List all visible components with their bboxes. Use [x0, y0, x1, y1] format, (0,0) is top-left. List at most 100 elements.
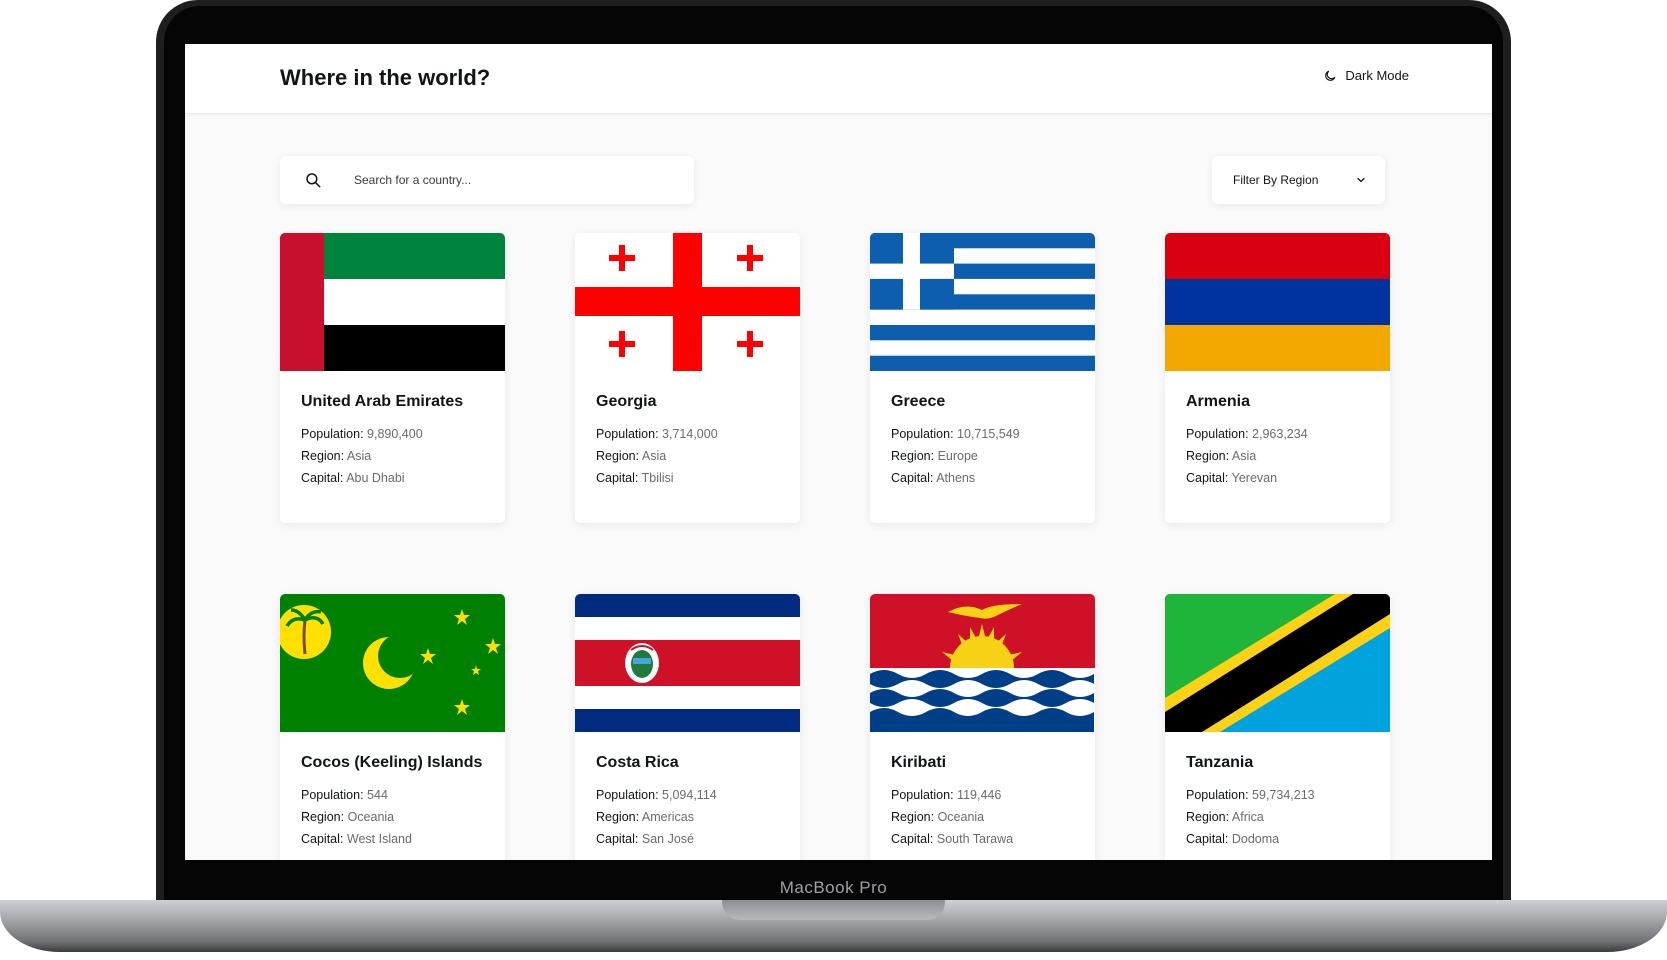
population-label: Population: — [891, 788, 954, 802]
country-card[interactable]: Tanzania Population: 59,734,213 Region: … — [1165, 594, 1390, 860]
flag-georgia — [575, 233, 800, 371]
country-name: Costa Rica — [596, 754, 679, 771]
country-name: Georgia — [596, 393, 657, 410]
population-value: 2,963,234 — [1252, 427, 1308, 441]
flag-cocos-islands — [280, 594, 505, 732]
capital-value: Dodoma — [1231, 832, 1280, 846]
capital-value: Yerevan — [1231, 471, 1278, 485]
region-value: Asia — [1231, 449, 1257, 463]
population-line: Population: 5,094,114 — [596, 788, 717, 802]
capital-label: Capital: — [301, 471, 344, 485]
population-line: Population: 10,715,549 — [891, 427, 1020, 441]
laptop-notch — [722, 900, 945, 920]
region-value: Europe — [937, 449, 978, 463]
region-line: Region: Oceania — [891, 810, 984, 824]
population-value: 10,715,549 — [957, 427, 1020, 441]
capital-line: Capital: San José — [596, 832, 694, 846]
population-line: Population: 544 — [301, 788, 388, 802]
capital-label: Capital: — [596, 471, 639, 485]
search-bar[interactable] — [280, 156, 694, 204]
capital-value: South Tarawa — [936, 832, 1014, 846]
capital-value: San José — [641, 832, 694, 846]
population-value: 119,446 — [957, 788, 1002, 802]
region-line: Region: Asia — [596, 449, 666, 463]
capital-line: Capital: South Tarawa — [891, 832, 1013, 846]
country-name: Tanzania — [1186, 754, 1254, 771]
region-value: Americas — [641, 810, 694, 824]
region-label: Region: — [891, 810, 935, 824]
app-header: Where in the world? Dark Mode — [185, 44, 1492, 114]
app-screen: Where in the world? Dark Mode Filter By … — [185, 44, 1492, 860]
capital-value: West Island — [346, 832, 412, 846]
capital-line: Capital: Yerevan — [1186, 471, 1277, 485]
region-line: Region: Europe — [891, 449, 978, 463]
population-label: Population: — [301, 788, 364, 802]
country-card[interactable]: Kiribati Population: 119,446 Region: Oce… — [870, 594, 1095, 860]
capital-line: Capital: Abu Dhabi — [301, 471, 405, 485]
flag-armenia — [1165, 233, 1390, 371]
region-value: Asia — [641, 449, 667, 463]
capital-label: Capital: — [1186, 832, 1229, 846]
population-line: Population: 3,714,000 — [596, 427, 718, 441]
region-value: Oceania — [347, 810, 395, 824]
country-card[interactable]: Cocos (Keeling) Islands Population: 544 … — [280, 594, 505, 860]
flag-greece — [870, 233, 1095, 371]
capital-label: Capital: — [596, 832, 639, 846]
population-label: Population: — [301, 427, 364, 441]
region-label: Region: — [301, 449, 345, 463]
laptop-base — [0, 900, 1667, 952]
population-line: Population: 9,890,400 — [301, 427, 423, 441]
population-value: 59,734,213 — [1252, 788, 1315, 802]
search-input[interactable] — [352, 172, 656, 188]
population-line: Population: 2,963,234 — [1186, 427, 1308, 441]
country-card[interactable]: Armenia Population: 2,963,234 Region: As… — [1165, 233, 1390, 523]
region-label: Region: — [891, 449, 935, 463]
population-label: Population: — [596, 427, 659, 441]
region-label: Region: — [596, 810, 640, 824]
population-label: Population: — [1186, 788, 1249, 802]
country-name: Armenia — [1186, 393, 1251, 410]
population-label: Population: — [596, 788, 659, 802]
device-label: MacBook Pro — [779, 878, 888, 897]
region-value: Oceania — [937, 810, 985, 824]
region-label: Region: — [596, 449, 640, 463]
capital-line: Capital: West Island — [301, 832, 412, 846]
country-name: Cocos (Keeling) Islands — [301, 754, 483, 771]
population-value: 544 — [367, 788, 388, 802]
region-line: Region: Africa — [1186, 810, 1264, 824]
region-line: Region: Americas — [596, 810, 694, 824]
population-value: 5,094,114 — [662, 788, 717, 802]
chevron-down-icon — [1357, 177, 1365, 183]
search-icon — [306, 173, 321, 188]
dark-mode-toggle[interactable]: Dark Mode — [1323, 68, 1409, 83]
country-name: United Arab Emirates — [301, 393, 464, 410]
country-card[interactable]: Greece Population: 10,715,549 Region: Eu… — [870, 233, 1095, 523]
moon-icon — [1325, 70, 1336, 81]
dark-mode-label: Dark Mode — [1345, 68, 1409, 83]
population-label: Population: — [1186, 427, 1249, 441]
flag-costa-rica — [575, 594, 800, 732]
region-line: Region: Oceania — [301, 810, 394, 824]
region-label: Region: — [1186, 449, 1230, 463]
region-value: Africa — [1231, 810, 1264, 824]
capital-label: Capital: — [891, 832, 934, 846]
region-label: Region: — [301, 810, 345, 824]
population-line: Population: 119,446 — [891, 788, 1001, 802]
country-card[interactable]: Georgia Population: 3,714,000 Region: As… — [575, 233, 800, 523]
capital-value: Tbilisi — [641, 471, 674, 485]
region-line: Region: Asia — [1186, 449, 1256, 463]
flag-kiribati — [870, 594, 1095, 732]
population-label: Population: — [891, 427, 954, 441]
capital-line: Capital: Tbilisi — [596, 471, 674, 485]
region-filter-label: Filter By Region — [1233, 173, 1319, 187]
region-filter-dropdown[interactable]: Filter By Region — [1212, 156, 1385, 204]
capital-label: Capital: — [301, 832, 344, 846]
country-card[interactable]: Costa Rica Population: 5,094,114 Region:… — [575, 594, 800, 860]
capital-label: Capital: — [1186, 471, 1229, 485]
flag-uae — [280, 233, 505, 371]
country-name: Kiribati — [891, 754, 947, 771]
country-card[interactable]: United Arab Emirates Population: 9,890,4… — [280, 233, 505, 523]
region-value: Asia — [346, 449, 372, 463]
capital-line: Capital: Athens — [891, 471, 975, 485]
flag-tanzania — [1165, 594, 1390, 732]
